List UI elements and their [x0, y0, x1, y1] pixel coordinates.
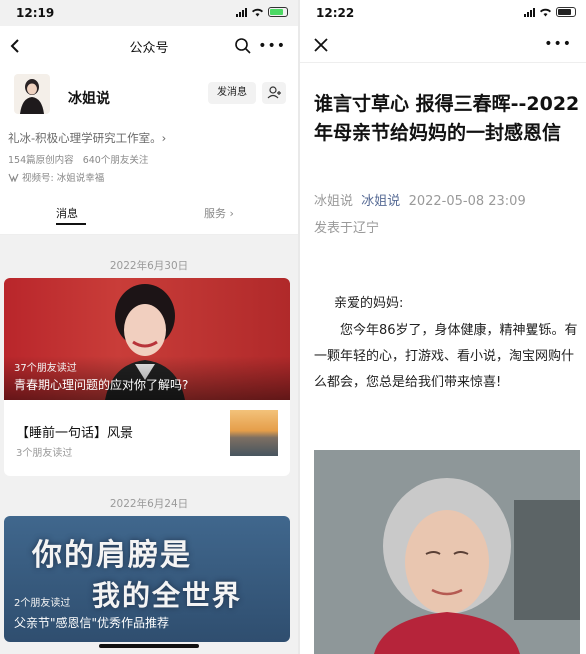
article-title: 父亲节"感恩信"优秀作品推荐	[14, 616, 170, 630]
account-description[interactable]: 礼冰-积极心理学研究工作室。›	[8, 130, 166, 146]
original-count: 154篇原创内容	[8, 155, 74, 166]
article-title: 青春期心理问题的应对你了解吗?	[14, 378, 189, 392]
account-name: 冰姐说	[68, 91, 110, 107]
article-banner[interactable]: 你的肩膀是 我的全世界 2个朋友读过 父亲节"感恩信"优秀作品推荐	[4, 516, 290, 642]
account-screen: 12:19 公众号 ••• 冰姐说 发消息 礼冰-积极心理学研究工作室。› 15…	[0, 0, 298, 654]
banner-text: 你的肩膀是	[32, 538, 192, 573]
page-title: 公众号	[129, 41, 169, 56]
sub-article-title[interactable]: 【睡前一句话】风景	[16, 422, 133, 441]
account-link[interactable]: 冰姐说	[361, 194, 400, 209]
video-channel[interactable]: 视频号: 冰姐说幸福	[8, 170, 104, 184]
article-card[interactable]: 你的肩膀是 我的全世界 2个朋友读过 父亲节"感恩信"优秀作品推荐	[4, 516, 290, 642]
account-stats: 154篇原创内容 640个朋友关注	[8, 152, 148, 166]
publish-datetime: 2022-05-08 23:09	[408, 194, 526, 209]
signal-icon	[524, 7, 535, 17]
status-bar: 12:22	[300, 0, 586, 26]
person-icon	[267, 86, 281, 99]
friends-read-count: 37个朋友读过	[14, 363, 77, 374]
feed-date: 2022年6月24日	[109, 498, 189, 510]
close-icon[interactable]	[314, 38, 328, 52]
letter-greeting: 亲爱的妈妈:	[334, 296, 404, 311]
more-icon[interactable]: •••	[258, 39, 286, 53]
home-indicator	[99, 644, 199, 648]
article-meta: 冰姐说 冰姐说 2022-05-08 23:09	[314, 190, 526, 209]
sunset-thumbnail[interactable]	[230, 410, 278, 456]
banner-text: 我的全世界	[92, 579, 243, 612]
profile-button[interactable]	[262, 82, 286, 104]
tab-bar: 消息 服务 ›	[0, 201, 298, 235]
article-title: 谁言寸草心 报得三春晖--2022年母亲节给妈妈的一封感恩信	[314, 93, 580, 144]
feed-date: 2022年6月30日	[109, 260, 189, 272]
tab-messages[interactable]: 消息	[56, 205, 78, 221]
battery-icon	[556, 7, 576, 17]
article-banner[interactable]: 37个朋友读过 青春期心理问题的应对你了解吗?	[4, 278, 290, 400]
status-bar: 12:19	[0, 0, 298, 26]
mother-photo	[314, 450, 580, 654]
wifi-icon	[540, 8, 551, 17]
status-time: 12:19	[16, 6, 55, 20]
search-icon[interactable]	[234, 37, 252, 55]
avatar[interactable]	[14, 74, 50, 114]
letter-paragraph: 您今年86岁了，身体健康，精神矍铄。有一颗年轻的心，打游戏、看小说，淘宝网购什么…	[314, 323, 578, 390]
video-channel-icon	[8, 173, 19, 182]
status-icons	[236, 7, 288, 17]
signal-icon	[236, 7, 247, 17]
article-card[interactable]: 37个朋友读过 青春期心理问题的应对你了解吗? 【睡前一句话】风景 3个朋友读过	[4, 278, 290, 476]
battery-icon	[268, 7, 288, 17]
top-navbar: 公众号 •••	[0, 26, 298, 66]
active-tab-indicator	[56, 223, 86, 225]
status-time: 12:22	[316, 6, 355, 20]
send-message-button[interactable]: 发消息	[208, 82, 256, 104]
more-icon[interactable]: •••	[544, 37, 572, 51]
status-icons	[524, 7, 576, 17]
article-author: 冰姐说	[314, 194, 354, 209]
sub-article-readers: 3个朋友读过	[16, 448, 73, 459]
wifi-icon	[252, 8, 263, 17]
publish-location: 发表于辽宁	[314, 221, 380, 236]
friends-read-count: 2个朋友读过	[14, 598, 71, 609]
article-navbar: •••	[300, 26, 586, 63]
video-label: 视频号:	[22, 173, 54, 184]
article-screen: 12:22 ••• 谁言寸草心 报得三春晖--2022年母亲节给妈妈的一封感恩信…	[300, 0, 586, 654]
video-name: 冰姐说幸福	[56, 173, 105, 184]
tab-services[interactable]: 服务 ›	[204, 205, 234, 221]
profile-section: 冰姐说 发消息 礼冰-积极心理学研究工作室。› 154篇原创内容 640个朋友关…	[0, 66, 298, 235]
friends-follow: 640个朋友关注	[82, 155, 149, 166]
